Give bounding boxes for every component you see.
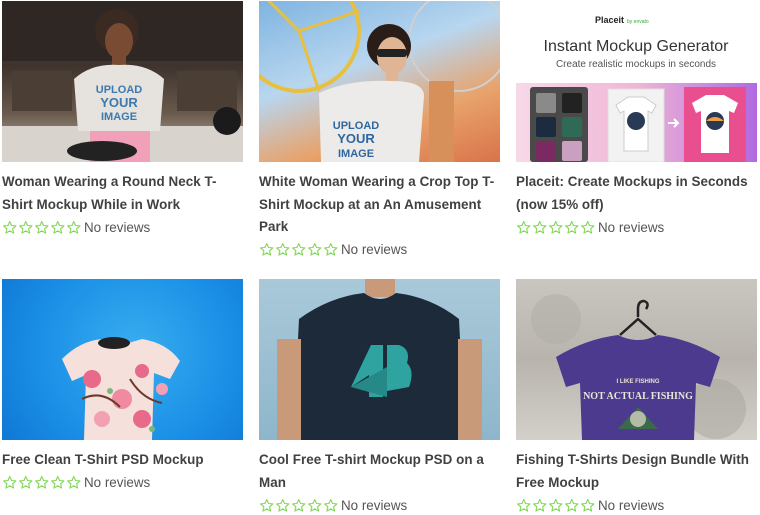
product-thumbnail[interactable]: [259, 279, 500, 440]
shirt-text: IMAGE: [101, 111, 137, 123]
star-icon: [34, 220, 50, 235]
product-grid: UPLOAD YOUR IMAGE Woman Wearing a Round …: [0, 0, 760, 515]
star-icon: [2, 475, 18, 490]
star-icon: [580, 498, 596, 513]
product-thumbnail[interactable]: [2, 279, 243, 440]
amusement-park-image: UPLOAD YOUR IMAGE: [259, 1, 500, 162]
star-icon: [516, 220, 532, 235]
woman-kitchen-image: UPLOAD YOUR IMAGE: [2, 1, 243, 162]
star-icon: [291, 242, 307, 257]
star-icon: [532, 220, 548, 235]
star-icon: [307, 498, 323, 513]
star-icon: [532, 498, 548, 513]
fishing-shirt-hanger-image: I LIKE FISHING NOT ACTUAL FISHING: [531, 294, 746, 440]
star-icon: [2, 220, 18, 235]
star-rating: No reviews: [2, 472, 245, 494]
shirt-text: YOUR: [337, 131, 375, 146]
star-icon: [307, 242, 323, 257]
product-card: Cool Free T-shirt Mockup PSD on a Man No…: [259, 279, 502, 515]
review-count: No reviews: [341, 497, 408, 513]
star-icon: [50, 475, 66, 490]
star-icon: [564, 220, 580, 235]
product-thumbnail[interactable]: I LIKE FISHING NOT ACTUAL FISHING: [516, 279, 757, 440]
review-count: No reviews: [341, 242, 408, 257]
product-thumbnail[interactable]: UPLOAD YOUR IMAGE: [2, 1, 243, 162]
product-title-link[interactable]: White Woman Wearing a Crop Top T-Shirt M…: [259, 171, 502, 239]
review-count: No reviews: [598, 497, 665, 513]
star-icon: [516, 498, 532, 513]
placeit-logo-sub: by envato: [627, 19, 649, 25]
product-card: UPLOAD YOUR IMAGE Woman Wearing a Round …: [2, 1, 245, 238]
shirt-text: I LIKE FISHING: [616, 379, 659, 385]
product-card: UPLOAD YOUR IMAGE White Woman Wearing a …: [259, 1, 502, 261]
placeit-logo: Placeit: [595, 15, 624, 25]
review-count: No reviews: [598, 219, 665, 235]
product-thumbnail[interactable]: Placeit by envato Instant Mockup Generat…: [516, 1, 757, 162]
star-icon: [323, 242, 339, 257]
product-card: Free Clean T-Shirt PSD Mockup No reviews: [2, 279, 245, 494]
star-rating: No reviews: [516, 216, 759, 238]
star-rating: No reviews: [516, 494, 759, 515]
star-rating: No reviews: [259, 239, 502, 261]
star-icon: [580, 220, 596, 235]
star-icon: [564, 498, 580, 513]
star-rating: No reviews: [259, 494, 502, 515]
shirt-text: NOT ACTUAL FISHING: [583, 391, 693, 402]
star-icon: [34, 475, 50, 490]
banner-subheading: Create realistic mockups in seconds: [556, 59, 716, 70]
star-icon: [291, 498, 307, 513]
star-rating: No reviews: [2, 216, 245, 238]
star-icon: [18, 475, 34, 490]
banner-heading: Instant Mockup Generator: [544, 38, 730, 55]
product-title-link[interactable]: Free Clean T-Shirt PSD Mockup: [2, 449, 245, 472]
star-icon: [66, 220, 82, 235]
product-card: Placeit by envato Instant Mockup Generat…: [516, 1, 759, 238]
star-icon: [50, 220, 66, 235]
star-icon: [548, 220, 564, 235]
shirt-text: YOUR: [100, 95, 138, 110]
review-count: No reviews: [84, 219, 151, 235]
man-tshirt-image: [277, 279, 482, 440]
product-card: I LIKE FISHING NOT ACTUAL FISHING Fishin…: [516, 279, 759, 515]
review-count: No reviews: [84, 475, 151, 490]
star-icon: [259, 242, 275, 257]
placeit-banner-image: Placeit by envato Instant Mockup Generat…: [516, 15, 757, 162]
floral-tshirt-image: [62, 337, 180, 440]
product-title-link[interactable]: Placeit: Create Mockups in Seconds (now …: [516, 171, 759, 216]
shirt-text: IMAGE: [338, 148, 374, 160]
product-thumbnail[interactable]: UPLOAD YOUR IMAGE: [259, 1, 500, 162]
star-icon: [259, 498, 275, 513]
product-title-link[interactable]: Fishing T-Shirts Design Bundle With Free…: [516, 449, 759, 494]
star-icon: [275, 242, 291, 257]
star-icon: [66, 475, 82, 490]
star-icon: [548, 498, 564, 513]
product-title-link[interactable]: Woman Wearing a Round Neck T-Shirt Mocku…: [2, 171, 245, 216]
star-icon: [18, 220, 34, 235]
star-icon: [323, 498, 339, 513]
product-title-link[interactable]: Cool Free T-shirt Mockup PSD on a Man: [259, 449, 502, 494]
star-icon: [275, 498, 291, 513]
